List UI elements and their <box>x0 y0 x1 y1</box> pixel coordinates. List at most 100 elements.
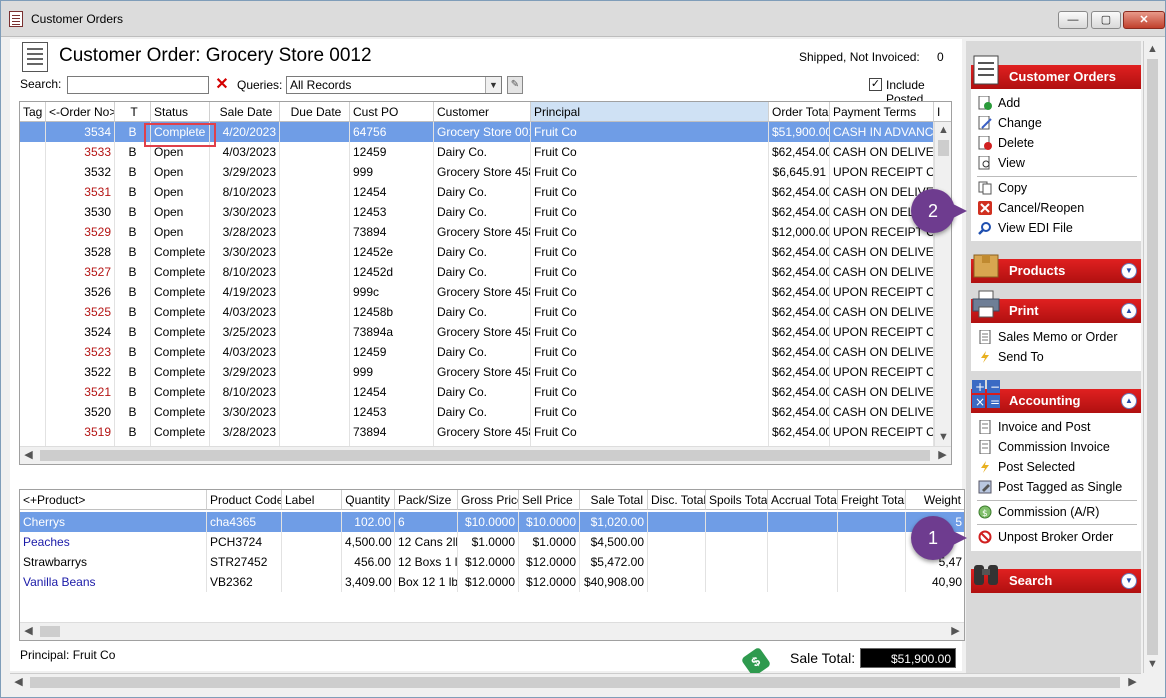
column-header[interactable]: Sell Price <box>519 490 580 510</box>
table-row[interactable]: 3522 B Complete 3/29/2023 999 Grocery Store 4… <box>20 362 951 382</box>
product-row[interactable]: Vanilla BeansVB2362 3,409.00Box 12 1 lb e… <box>20 572 964 592</box>
column-header[interactable]: Quantity <box>342 490 395 510</box>
table-row[interactable]: 3525 B Complete 4/03/2023 12458b Dairy Co. Fru… <box>20 302 951 322</box>
send-to-button[interactable]: Send To <box>978 347 1044 367</box>
orders-vertical-scrollbar[interactable]: ▲ ▼ <box>934 122 951 446</box>
column-header[interactable]: Spoils Total <box>706 490 768 510</box>
column-header[interactable]: Cust PO <box>350 102 434 122</box>
scroll-up-icon[interactable]: ▲ <box>935 122 951 139</box>
cancel-reopen-button[interactable]: Cancel/Reopen <box>978 198 1084 218</box>
column-header[interactable]: Disc. Total <box>648 490 706 510</box>
column-header[interactable]: Weight <box>906 490 964 510</box>
invoice-and-post-button[interactable]: Invoice and Post <box>978 417 1090 437</box>
change-order-button[interactable]: Change <box>978 113 1042 133</box>
copy-order-button[interactable]: Copy <box>978 178 1027 198</box>
column-header[interactable]: Product Code <box>207 490 282 510</box>
chevron-down-icon[interactable]: ▼ <box>485 77 501 93</box>
product-row[interactable]: Strawbarrys STR27452 456.00 12 Boxs 1 lb $12… <box>20 552 964 572</box>
scrollbar-thumb[interactable] <box>1147 59 1158 655</box>
delete-order-button[interactable]: Delete <box>978 133 1034 153</box>
close-button[interactable]: ✕ <box>1123 11 1165 29</box>
table-row[interactable]: 3530 B Open 3/30/2023 12453 Dairy Co. Fruit Co… <box>20 202 951 222</box>
scroll-left-icon[interactable]: ◀ <box>20 447 37 464</box>
scrollbar-thumb[interactable] <box>40 450 930 461</box>
column-header[interactable]: Status <box>151 102 210 122</box>
add-order-button[interactable]: Add <box>978 93 1020 113</box>
column-header[interactable]: Tag <box>20 102 46 122</box>
scrollbar-thumb[interactable] <box>40 626 60 637</box>
column-header[interactable]: <-Order No> <box>46 102 115 122</box>
column-header[interactable]: Label <box>282 490 342 510</box>
column-header[interactable]: Customer <box>434 102 531 122</box>
scrollbar-thumb[interactable] <box>938 140 949 156</box>
column-header[interactable]: Sale Total <box>580 490 648 510</box>
products-horizontal-scrollbar[interactable]: ◀ ▶ <box>20 622 964 640</box>
table-cell: 8/10/2023 <box>210 262 280 282</box>
table-row[interactable]: 3523 B Complete 4/03/2023 12459 Dairy Co. Frui… <box>20 342 951 362</box>
table-cell: Fruit Co <box>531 122 769 142</box>
expand-icon[interactable]: ▼ <box>1121 263 1137 279</box>
table-row[interactable]: 3528 B Complete 3/30/2023 12452e Dairy Co. Fru… <box>20 242 951 262</box>
post-tagged-single-button[interactable]: Post Tagged as Single <box>978 477 1122 497</box>
expand-icon[interactable]: ▼ <box>1121 573 1137 589</box>
table-row[interactable]: 3531 B Open 8/10/2023 12454 Dairy Co. Fruit Co… <box>20 182 951 202</box>
sidebar-vertical-scrollbar[interactable]: ▲ ▼ <box>1143 41 1161 673</box>
table-cell <box>280 242 350 262</box>
queries-dropdown[interactable]: All Records ▼ <box>286 76 502 94</box>
column-header[interactable]: Order Total <box>769 102 830 122</box>
scroll-left-icon[interactable]: ◀ <box>10 674 27 691</box>
column-header[interactable]: Payment Terms <box>830 102 934 122</box>
maximize-button[interactable]: ▢ <box>1091 11 1121 29</box>
view-edi-file-button[interactable]: View EDI File <box>978 218 1073 238</box>
column-header[interactable]: Principal <box>531 102 769 122</box>
table-row[interactable]: 3521 B Complete 8/10/2023 12454 Dairy Co. Frui… <box>20 382 951 402</box>
column-header[interactable]: Freight Total <box>838 490 906 510</box>
column-header[interactable]: T <box>115 102 151 122</box>
column-header[interactable]: <+Product> <box>20 490 207 510</box>
scroll-right-icon[interactable]: ▶ <box>1124 674 1141 691</box>
unpost-broker-order-button[interactable]: Unpost Broker Order <box>978 527 1113 547</box>
commission-ar-button[interactable]: $ Commission (A/R) <box>978 502 1099 522</box>
column-header[interactable]: Gross Price <box>458 490 519 510</box>
commission-invoice-button[interactable]: Commission Invoice <box>978 437 1110 457</box>
window-horizontal-scrollbar[interactable]: ◀ ▶ <box>10 673 1141 691</box>
column-header[interactable]: Sale Date <box>210 102 280 122</box>
include-posted-checkbox[interactable]: ✓ <box>869 78 882 91</box>
scroll-down-icon[interactable]: ▼ <box>935 429 951 446</box>
product-row[interactable]: Cherrys cha4365 102.00 6 $10.0000 $10.0000 $1,… <box>20 512 964 532</box>
scroll-left-icon[interactable]: ◀ <box>20 623 37 640</box>
collapse-icon[interactable]: ▲ <box>1121 393 1137 409</box>
scroll-right-icon[interactable]: ▶ <box>934 447 951 464</box>
search-input[interactable] <box>67 76 209 94</box>
commission-ar-label: Commission (A/R) <box>998 505 1100 519</box>
column-header[interactable]: Due Date <box>280 102 350 122</box>
table-cell <box>280 222 350 242</box>
print-panel: Sales Memo or Order Send To <box>971 323 1141 371</box>
clear-search-icon[interactable]: ✕ <box>214 76 230 94</box>
orders-horizontal-scrollbar[interactable]: ◀ ▶ <box>20 446 951 464</box>
column-header[interactable]: Accrual Total <box>768 490 838 510</box>
table-row[interactable]: 3526 B Complete 4/19/2023 999c Grocery Store … <box>20 282 951 302</box>
view-order-button[interactable]: View <box>978 153 1025 173</box>
sales-memo-label: Sales Memo or Order <box>998 330 1118 344</box>
column-header[interactable]: I <box>934 102 951 122</box>
query-edit-icon[interactable]: ✎ <box>507 76 523 94</box>
table-cell: CASH ON DELIVERY <box>830 242 934 262</box>
column-header[interactable]: Pack/Size <box>395 490 458 510</box>
table-row[interactable]: 3527 B Complete 8/10/2023 12452d Dairy Co. Fru… <box>20 262 951 282</box>
table-row[interactable]: 3524 B Complete 3/25/2023 73894a Grocery Stor… <box>20 322 951 342</box>
minimize-button[interactable]: — <box>1058 11 1088 29</box>
post-selected-button[interactable]: Post Selected <box>978 457 1075 477</box>
scroll-up-icon[interactable]: ▲ <box>1144 41 1161 58</box>
table-row[interactable]: 3519 B Complete 3/28/2023 73894 Grocery Store… <box>20 422 951 442</box>
table-row[interactable]: 3520 B Complete 3/30/2023 12453 Dairy Co. Frui… <box>20 402 951 422</box>
edit-icon <box>978 115 992 130</box>
scroll-down-icon[interactable]: ▼ <box>1144 656 1161 673</box>
table-row[interactable]: 3532BOpen3/29/2023 999Grocery Store 4589F… <box>20 162 951 182</box>
scrollbar-thumb[interactable] <box>30 677 1120 688</box>
product-row[interactable]: PeachesPCH37244,500.0012 Cans 2lb.$1.000… <box>20 532 964 552</box>
sales-memo-button[interactable]: Sales Memo or Order <box>978 327 1117 347</box>
scroll-right-icon[interactable]: ▶ <box>947 623 964 640</box>
collapse-icon[interactable]: ▲ <box>1121 303 1137 319</box>
table-row[interactable]: 3529BOpen3/28/2023 73894Grocery Store 458… <box>20 222 951 242</box>
